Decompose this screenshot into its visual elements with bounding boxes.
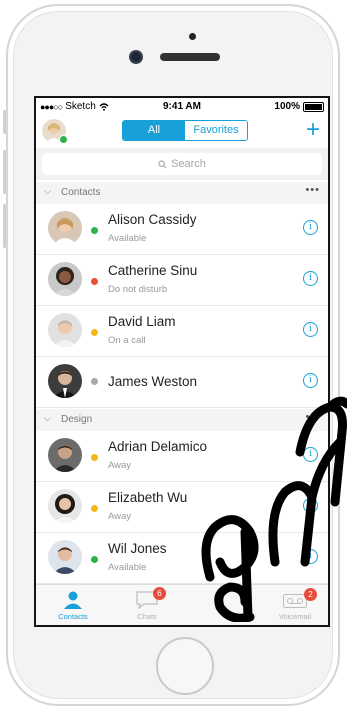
chevron-down-icon: ⌵ — [44, 186, 51, 196]
person-icon — [64, 591, 82, 609]
contact-status: On a call — [108, 335, 146, 346]
list-item[interactable]: Catherine Sinu Do not disturb i — [36, 255, 328, 306]
segmented-control: All Favorites — [122, 120, 248, 141]
list-item[interactable]: David Liam On a call i — [36, 306, 328, 357]
contact-status: Available — [108, 562, 147, 573]
my-presence-dot — [59, 135, 68, 144]
presence-dot — [91, 329, 98, 336]
proximity-sensor — [189, 33, 196, 40]
volume-down-button — [3, 204, 6, 248]
info-icon[interactable]: i — [303, 373, 318, 388]
mute-switch — [3, 110, 6, 134]
contact-name: Elizabeth Wu — [108, 490, 188, 505]
home-button[interactable] — [156, 637, 214, 695]
avatar — [48, 211, 82, 245]
tab-label: Chats — [137, 612, 157, 621]
segment-all[interactable]: All — [123, 121, 185, 140]
avatar — [48, 438, 82, 472]
tab-contacts[interactable]: Contacts — [36, 585, 110, 625]
plus-icon[interactable]: + — [306, 115, 320, 145]
list-item[interactable]: Alison Cassidy Available i — [36, 204, 328, 255]
volume-up-button — [3, 150, 6, 194]
chats-badge: 6 — [153, 587, 166, 600]
avatar — [48, 540, 82, 574]
status-bar: ●●●○○ Sketch 9:41 AM 100% — [36, 98, 328, 116]
contact-status: Do not disturb — [108, 284, 168, 295]
contact-name: David Liam — [108, 314, 176, 329]
tab-chats[interactable]: 6 Chats — [110, 585, 184, 625]
search-icon — [158, 159, 167, 168]
presence-dot — [91, 378, 98, 385]
segment-favorites[interactable]: Favorites — [185, 121, 247, 140]
avatar — [48, 489, 82, 523]
info-icon[interactable]: i — [303, 271, 318, 286]
contact-name: Alison Cassidy — [108, 212, 197, 227]
section-header-contacts[interactable]: ⌵ Contacts ••• — [36, 182, 328, 204]
contact-status: Away — [108, 511, 132, 522]
chevron-down-icon: ⌵ — [44, 413, 51, 423]
front-camera — [131, 52, 141, 62]
search-bar-container: Search — [36, 148, 328, 180]
avatar — [48, 313, 82, 347]
presence-dot — [91, 227, 98, 234]
presence-dot — [91, 278, 98, 285]
avatar — [48, 364, 82, 398]
battery-percent: 100% — [274, 101, 300, 112]
presence-dot — [91, 556, 98, 563]
battery-icon — [303, 101, 324, 112]
more-icon[interactable]: ••• — [305, 184, 320, 196]
contact-name: James Weston — [108, 374, 198, 389]
info-icon[interactable]: i — [303, 220, 318, 235]
presence-dot — [91, 454, 98, 461]
info-icon[interactable]: i — [303, 322, 318, 337]
presence-dot — [91, 505, 98, 512]
contact-name: Catherine Sinu — [108, 263, 198, 278]
search-placeholder: Search — [171, 158, 206, 170]
nav-bar: All Favorites + — [36, 115, 328, 147]
scribble-overlay — [201, 396, 347, 622]
contact-status: Away — [108, 460, 132, 471]
tab-label: Contacts — [58, 612, 88, 621]
section-title: Design — [61, 414, 93, 425]
contact-status: Available — [108, 233, 147, 244]
contact-name: Wil Jones — [108, 541, 167, 556]
section-title: Contacts — [61, 187, 101, 198]
avatar — [48, 262, 82, 296]
search-input[interactable]: Search — [42, 153, 322, 175]
earpiece-speaker — [160, 53, 220, 61]
